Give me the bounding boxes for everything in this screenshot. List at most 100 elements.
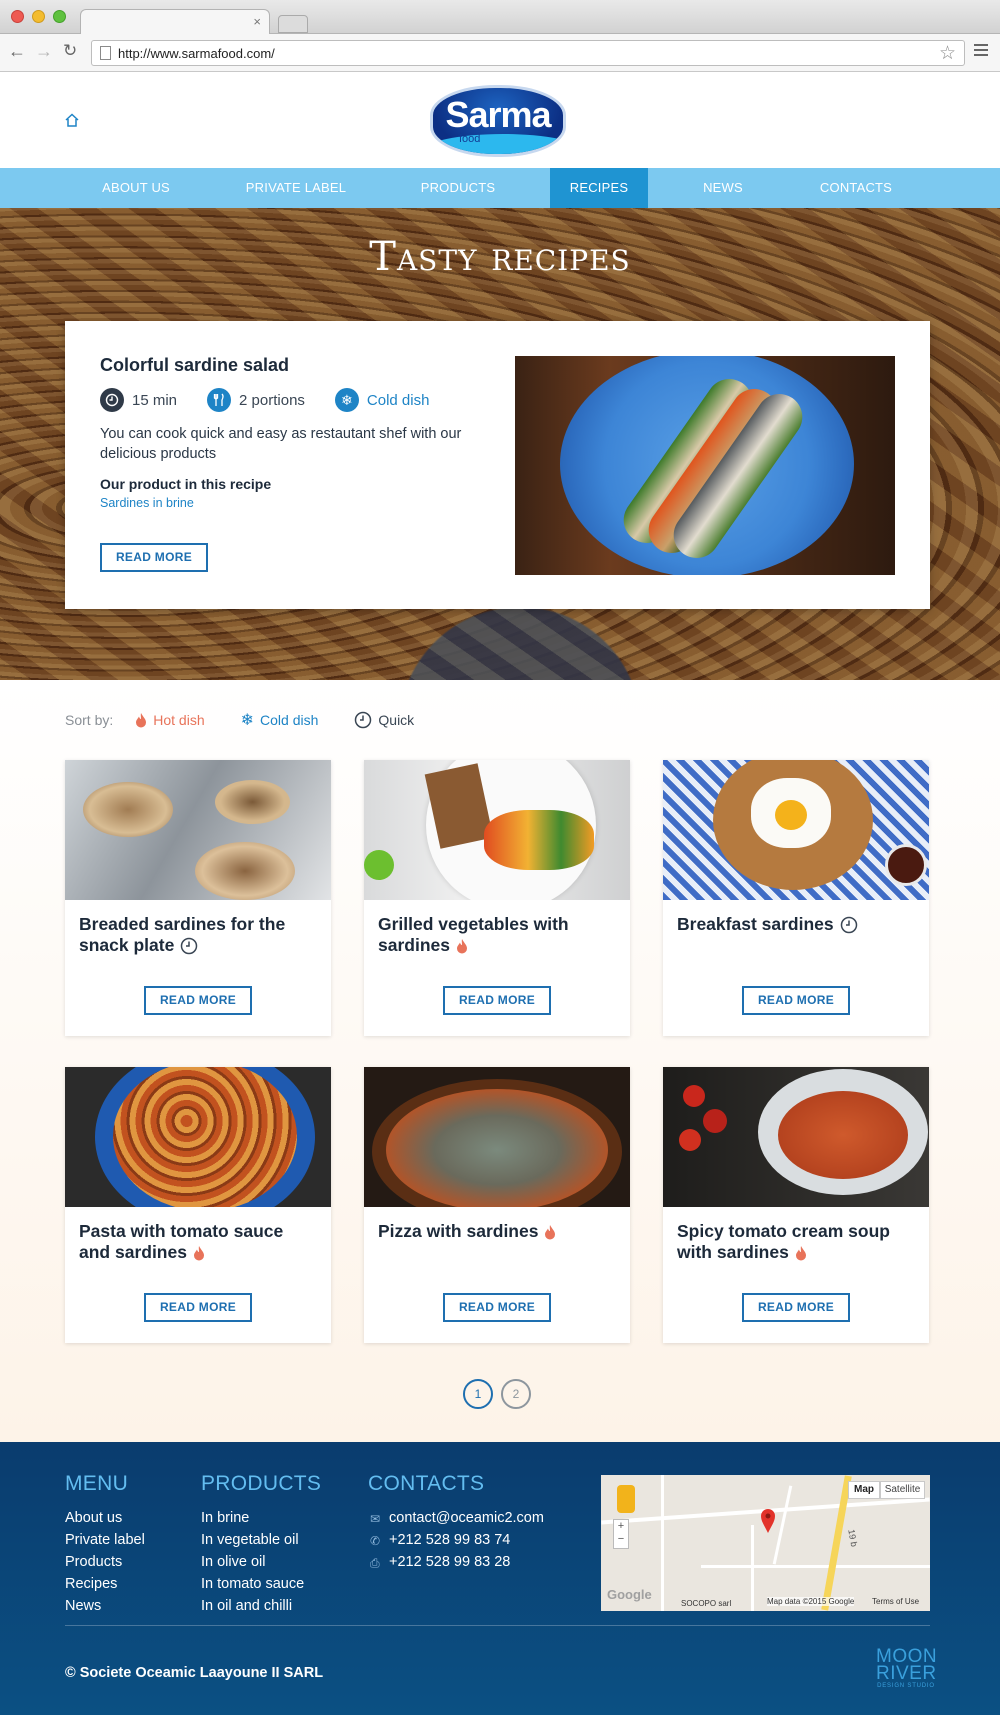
meta-type: ❄ Cold dish <box>334 388 430 412</box>
clock-icon <box>355 711 372 729</box>
footer-link[interactable]: In oil and chilli <box>201 1598 292 1614</box>
map-road-label: 19 b <box>846 1528 860 1548</box>
browser-tab[interactable]: × <box>80 9 270 35</box>
sort-cold-dish-label: Cold dish <box>260 712 319 728</box>
fax-icon: ⎙ <box>370 1556 380 1570</box>
recipe-title: Breakfast sardines <box>677 914 917 935</box>
footer-link[interactable]: In tomato sauce <box>201 1576 304 1592</box>
read-more-button[interactable]: READ MORE <box>144 1293 252 1322</box>
snowflake-icon: ❄ <box>334 388 359 412</box>
logo-word: Sarma <box>445 94 551 135</box>
map-type-map-button[interactable]: Map <box>848 1481 880 1499</box>
browser-menu-icon[interactable] <box>974 44 988 56</box>
home-icon[interactable] <box>64 112 80 128</box>
location-map[interactable]: 19 b + − Map Satellite Google SOCOPO sar… <box>601 1475 930 1611</box>
read-more-button[interactable]: READ MORE <box>742 986 850 1015</box>
read-more-button[interactable]: READ MORE <box>443 1293 551 1322</box>
recipe-image <box>364 760 630 900</box>
meta-portions: 2 portions <box>207 388 305 412</box>
footer-link[interactable]: In olive oil <box>201 1554 265 1570</box>
site-footer: MENU About us Private label Products Rec… <box>0 1442 1000 1715</box>
recipe-image <box>65 760 331 900</box>
footer-link[interactable]: In brine <box>201 1510 249 1526</box>
recipe-image <box>364 1067 630 1207</box>
nav-recipes[interactable]: RECIPES <box>550 168 648 208</box>
hero-banner: Tasty recipes Colorful sardine salad 15 … <box>0 208 1000 680</box>
browser-titlebar: × <box>0 0 1000 35</box>
sort-quick[interactable]: Quick <box>354 711 414 729</box>
hero-title: Tasty recipes <box>369 234 631 280</box>
recipe-card[interactable]: Pizza with sardines READ MORE <box>364 1067 630 1343</box>
read-more-button[interactable]: READ MORE <box>443 986 551 1015</box>
recipe-card[interactable]: Pasta with tomato sauce and sardines REA… <box>65 1067 331 1343</box>
reload-icon[interactable]: ↻ <box>63 41 77 61</box>
recipe-card[interactable]: Breakfast sardines READ MORE <box>663 760 929 1036</box>
map-zoom-control: + − <box>613 1519 629 1549</box>
read-more-button[interactable]: READ MORE <box>742 1293 850 1322</box>
recipe-card[interactable]: Grilled vegetables with sardines READ MO… <box>364 760 630 1036</box>
back-arrow-icon[interactable]: ← <box>8 41 26 62</box>
featured-read-more-button[interactable]: READ MORE <box>100 543 208 572</box>
meta-time-text: 15 min <box>132 391 178 409</box>
footer-link[interactable]: News <box>65 1598 101 1614</box>
recipe-image <box>663 1067 929 1207</box>
close-window-button[interactable] <box>11 10 24 23</box>
address-bar[interactable]: http://www.sarmafood.com/ ☆ <box>91 40 965 66</box>
nav-about-us[interactable]: ABOUT US <box>96 168 176 208</box>
sort-cold-dish[interactable]: ❄ Cold dish <box>241 710 319 730</box>
logo-sub: food <box>459 133 481 145</box>
site-header: Sarma food <box>0 72 1000 168</box>
footer-link[interactable]: Products <box>65 1554 122 1570</box>
sort-hot-dish[interactable]: Hot dish <box>135 712 205 728</box>
map-terms-link[interactable]: Terms of Use <box>872 1597 919 1606</box>
minimize-window-button[interactable] <box>32 10 45 23</box>
zoom-in-button[interactable]: + <box>614 1520 628 1533</box>
recipe-card[interactable]: Breaded sardines for the snack plate REA… <box>65 760 331 1036</box>
nav-private-label[interactable]: PRIVATE LABEL <box>240 168 352 208</box>
featured-recipe-meta: 15 min 2 portions ❄ Cold dish <box>100 388 459 412</box>
sort-quick-label: Quick <box>378 712 415 728</box>
footer-link[interactable]: Private label <box>65 1532 145 1548</box>
street-view-pegman-icon[interactable] <box>617 1485 635 1513</box>
flame-icon <box>545 1225 556 1240</box>
flame-icon <box>193 1246 204 1261</box>
moon-river-studio-logo[interactable]: MOON RIVER DESIGN STUDIO <box>876 1647 937 1691</box>
footer-products-title: PRODUCTS <box>201 1472 322 1495</box>
meta-portions-text: 2 portions <box>239 391 305 409</box>
read-more-button[interactable]: READ MORE <box>144 986 252 1015</box>
phone-icon: ✆ <box>370 1534 381 1548</box>
page-icon <box>100 46 111 60</box>
google-logo: Google <box>607 1587 652 1602</box>
maximize-window-button[interactable] <box>53 10 66 23</box>
footer-menu-title: MENU <box>65 1472 129 1495</box>
nav-products[interactable]: PRODUCTS <box>416 168 500 208</box>
map-pin-icon[interactable] <box>760 1508 776 1534</box>
page-button-1[interactable]: 1 <box>463 1379 493 1409</box>
zoom-out-button[interactable]: − <box>614 1533 628 1546</box>
flame-icon <box>456 939 467 954</box>
nav-news[interactable]: NEWS <box>690 168 756 208</box>
recipe-image <box>663 760 929 900</box>
nav-contacts[interactable]: CONTACTS <box>810 168 902 208</box>
product-link[interactable]: Sardines in brine <box>100 496 194 510</box>
new-tab-button[interactable] <box>278 15 308 33</box>
footer-phone[interactable]: +212 528 99 83 74 <box>389 1532 510 1548</box>
footer-email[interactable]: contact@oceamic2.com <box>389 1510 544 1526</box>
footer-link[interactable]: About us <box>65 1510 122 1526</box>
map-type-satellite-button[interactable]: Satellite <box>880 1481 925 1499</box>
recipe-card[interactable]: Spicy tomato cream soup with sardines RE… <box>663 1067 929 1343</box>
clock-icon <box>181 938 198 955</box>
footer-link[interactable]: In vegetable oil <box>201 1532 299 1548</box>
flame-icon <box>795 1246 806 1261</box>
footer-link[interactable]: Recipes <box>65 1576 117 1592</box>
copyright: © Societe Oceamic Laayoune II SARL <box>65 1665 324 1681</box>
recipe-title: Breaded sardines for the snack plate <box>79 914 286 955</box>
bookmark-star-icon[interactable]: ☆ <box>939 42 956 65</box>
page-button-2[interactable]: 2 <box>501 1379 531 1409</box>
meta-type-text: Cold dish <box>366 391 430 409</box>
clock-icon <box>100 388 124 412</box>
featured-recipe-card: Colorful sardine salad 15 min 2 portions… <box>65 321 930 609</box>
sarma-logo[interactable]: Sarma food <box>430 85 566 157</box>
tab-close-icon[interactable]: × <box>253 14 261 29</box>
forward-arrow-icon[interactable]: → <box>35 41 53 62</box>
